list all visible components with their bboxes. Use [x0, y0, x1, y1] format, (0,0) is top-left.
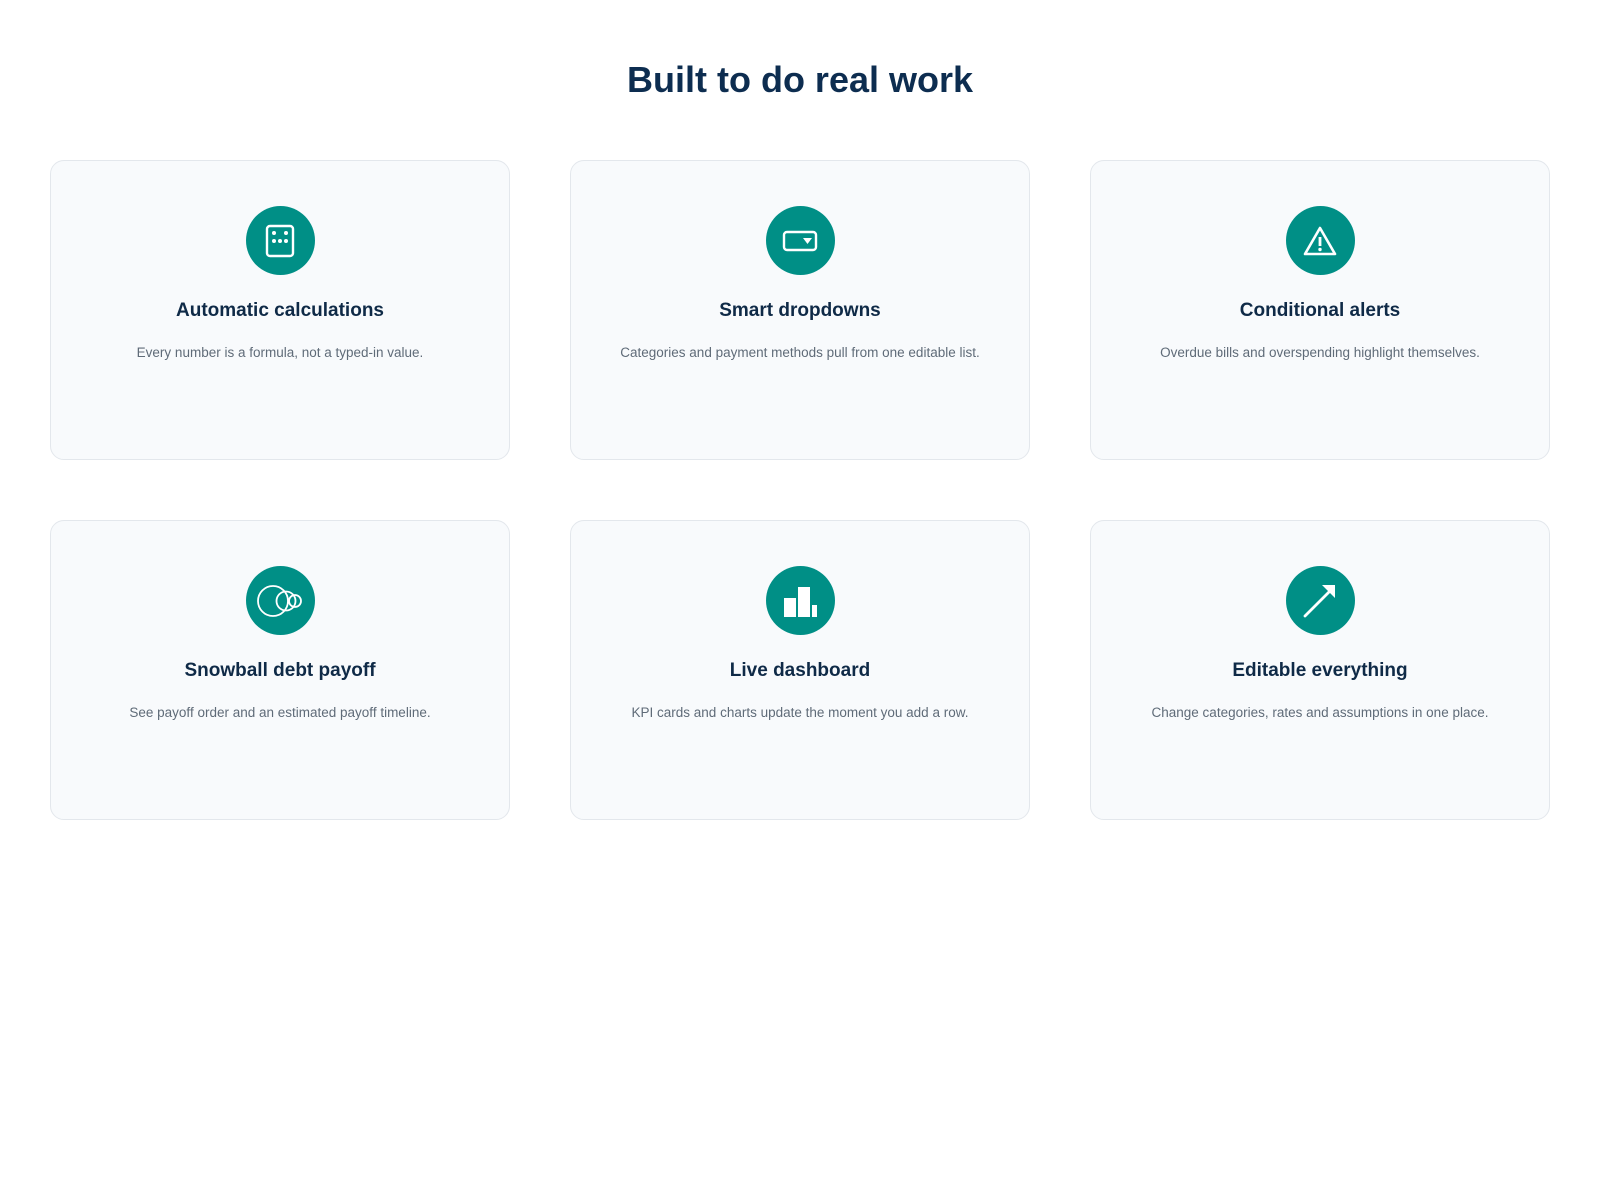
feature-card-editable-everything: Editable everything Change categories, r… [1090, 520, 1550, 820]
feature-card-live-dashboard: Live dashboard KPI cards and charts upda… [570, 520, 1030, 820]
feature-title: Live dashboard [729, 660, 871, 681]
feature-description: See payoff order and an estimated payoff… [129, 705, 431, 720]
feature-title: Smart dropdowns [719, 300, 881, 321]
features-grid: Automatic calculations Every number is a… [50, 160, 1550, 820]
feature-title: Snowball debt payoff [184, 660, 376, 681]
feature-title: Automatic calculations [176, 300, 384, 321]
feature-title: Editable everything [1232, 660, 1408, 681]
feature-description: Change categories, rates and assumptions… [1151, 705, 1489, 720]
feature-card-snowball-debt-payoff: Snowball debt payoff See payoff order an… [50, 520, 510, 820]
feature-title: Conditional alerts [1239, 300, 1401, 321]
section-title: Built to do real work [626, 59, 974, 100]
warning-icon [1285, 206, 1355, 275]
feature-description: KPI cards and charts update the moment y… [631, 705, 969, 720]
dropdown-icon [765, 206, 835, 275]
feature-card-automatic-calculations: Automatic calculations Every number is a… [50, 160, 510, 460]
feature-card-smart-dropdowns: Smart dropdowns Categories and payment m… [570, 160, 1030, 460]
snowball-icon [245, 566, 315, 635]
calculator-icon [245, 206, 315, 275]
feature-description: Categories and payment methods pull from… [620, 345, 980, 360]
feature-card-conditional-alerts: Conditional alerts Overdue bills and ove… [1090, 160, 1550, 460]
bar-chart-icon [765, 566, 835, 635]
trend-arrow-icon [1285, 566, 1355, 635]
feature-description: Every number is a formula, not a typed-i… [136, 345, 424, 360]
feature-description: Overdue bills and overspending highlight… [1160, 345, 1480, 360]
